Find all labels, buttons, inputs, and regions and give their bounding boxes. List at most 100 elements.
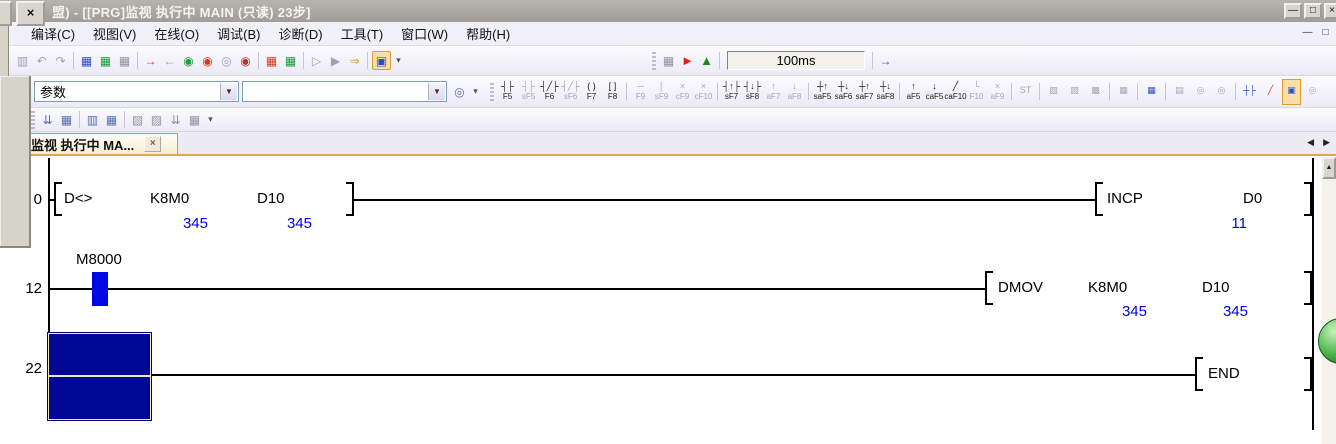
structured-text-icon[interactable]: ST xyxy=(1016,79,1035,105)
monitor-start-icon[interactable]: ▣ xyxy=(1282,78,1301,105)
toolbar-overflow-icon[interactable]: ▾ xyxy=(393,52,404,69)
background-window-close-button[interactable]: × xyxy=(16,1,45,26)
monitor-stop-icon[interactable]: ◎ xyxy=(1303,79,1322,105)
plc-diagnostics-alert-icon[interactable]: ▲ xyxy=(698,52,715,69)
fkey-falling-pulse-or[interactable]: ↓ aF8 xyxy=(785,79,804,105)
ladder-cursor-selection[interactable] xyxy=(48,333,151,420)
mdi-restore-button[interactable]: □ xyxy=(1318,26,1333,40)
fkey-invert-falling-or[interactable]: ┼↓ saF8 xyxy=(876,79,895,105)
restore-button[interactable]: □ xyxy=(1304,3,1322,19)
redo-icon[interactable]: ↷ xyxy=(52,52,69,69)
fkey-delete-free-line[interactable]: × aF9 xyxy=(988,79,1007,105)
edit-mode-icon[interactable]: ▧ xyxy=(1044,79,1063,105)
entry-ladder-monitor-icon[interactable]: ╱ xyxy=(1261,79,1280,105)
clear-all-icon[interactable]: ⇊ xyxy=(167,111,184,128)
find-next-icon[interactable]: ◎ xyxy=(451,83,468,100)
find-device-icon[interactable]: ◉ xyxy=(180,52,197,69)
find-coil-icon[interactable]: ◉ xyxy=(237,52,254,69)
close-button[interactable]: × xyxy=(1324,3,1336,19)
rung2-output-instruction[interactable]: DMOV xyxy=(998,279,1043,297)
rung3-end-instruction[interactable]: END xyxy=(1208,365,1240,383)
clear-program-icon[interactable]: ▧ xyxy=(129,111,146,128)
toolbar-overflow-icon[interactable]: ▾ xyxy=(470,83,481,100)
fkey-horizontal-line[interactable]: ─ F9 xyxy=(631,79,650,105)
write-to-plc-icon[interactable]: ▦ xyxy=(97,52,114,69)
fkey-rising-pulse-or[interactable]: ↑ aF7 xyxy=(764,79,783,105)
rung1-compare-instruction[interactable]: D<> xyxy=(64,190,92,208)
statement-display-icon[interactable]: ◎ xyxy=(1191,79,1210,105)
fkey-coil[interactable]: ( ) F7 xyxy=(582,79,601,105)
menu-debug[interactable]: 调试(B) xyxy=(208,21,269,46)
fkey-invert-rising[interactable]: ┼↑ saF5 xyxy=(813,79,832,105)
ladder-logic-test-icon[interactable]: ▦ xyxy=(660,52,677,69)
menu-tools[interactable]: 工具(T) xyxy=(332,21,393,46)
expand-program-icon[interactable]: ▥ xyxy=(84,111,101,128)
device-comment-utility-icon[interactable]: ▦ xyxy=(58,111,75,128)
ladder-monitor-icon[interactable]: ┼├ xyxy=(1240,79,1259,105)
fkey-vertical-line[interactable]: │ sF9 xyxy=(652,79,671,105)
fkey-delete-vline[interactable]: × cF10 xyxy=(694,79,713,105)
data-type-combobox[interactable]: 参数 ▼ xyxy=(34,81,239,102)
comment-icon[interactable]: ▷ xyxy=(308,52,325,69)
expand-comment-icon[interactable]: ▦ xyxy=(103,111,120,128)
device-search-combobox[interactable]: ▼ xyxy=(242,81,447,102)
read-mode-icon[interactable]: ▨ xyxy=(1065,79,1084,105)
clear-all-comment-icon[interactable]: ▦ xyxy=(186,111,203,128)
menu-view[interactable]: 视图(V) xyxy=(84,21,145,46)
fkey-open-contact[interactable]: ┤├ F5 xyxy=(498,79,517,105)
find-contact-icon[interactable]: ◎ xyxy=(218,52,235,69)
rung2-operand1[interactable]: K8M0 xyxy=(1088,279,1127,297)
read-from-plc-icon[interactable]: ▦ xyxy=(78,52,95,69)
chevron-down-icon[interactable]: ▼ xyxy=(428,83,445,100)
minimize-button[interactable]: — xyxy=(1284,3,1302,19)
background-window-button[interactable] xyxy=(0,1,12,26)
fkey-pulse-down[interactable]: ↓ caF5 xyxy=(925,79,944,105)
mdi-minimize-button[interactable]: — xyxy=(1300,26,1315,40)
device-registration-icon[interactable]: ▦ xyxy=(1142,79,1161,105)
toolbar-grip[interactable] xyxy=(31,110,35,129)
fkey-pulse-up[interactable]: ↑ aF5 xyxy=(904,79,923,105)
rung1-operand1[interactable]: K8M0 xyxy=(150,190,189,208)
comment-display-icon[interactable]: ▤ xyxy=(1170,79,1189,105)
fkey-closed-contact-or[interactable]: ┤╱├ sF6 xyxy=(561,79,580,105)
menu-help[interactable]: 帮助(H) xyxy=(457,21,519,46)
step-run-icon[interactable]: → xyxy=(877,52,894,69)
clear-comment-icon[interactable]: ▨ xyxy=(148,111,165,128)
statement-icon[interactable]: ▶ xyxy=(327,52,344,69)
scroll-up-icon[interactable]: ▲ xyxy=(1322,157,1336,179)
note-icon[interactable]: ⇒ xyxy=(346,52,363,69)
rung1-output-instruction[interactable]: INCP xyxy=(1107,190,1143,208)
fkey-free-line[interactable]: └ F10 xyxy=(967,79,986,105)
find-instruction-icon[interactable]: ◉ xyxy=(199,52,216,69)
rung2-contact-energized[interactable] xyxy=(92,272,108,306)
device-test-icon[interactable]: ▦ xyxy=(263,52,280,69)
fkey-invert-operation[interactable]: ╱ caF10 xyxy=(944,79,966,105)
delete-row-icon[interactable]: ← xyxy=(161,52,178,69)
fkey-application-instruction[interactable]: [ ] F8 xyxy=(603,79,622,105)
fkey-delete-hline[interactable]: × cF9 xyxy=(673,79,692,105)
ladder-editor[interactable]: 0 D<> K8M0 D10 345 345 INCP D0 11 12 M80… xyxy=(0,156,1336,444)
monitor-mode-icon[interactable]: ▣ xyxy=(372,51,391,70)
undo-icon[interactable]: ↶ xyxy=(33,52,50,69)
paste-icon[interactable]: ▥ xyxy=(14,52,31,69)
fkey-closed-contact[interactable]: ┤╱├ F6 xyxy=(540,79,559,105)
write-mode-icon[interactable]: ▩ xyxy=(1086,79,1105,105)
device-batch-monitor-icon[interactable]: ▦ xyxy=(282,52,299,69)
monitor-write-mode-icon[interactable]: ▦ xyxy=(1114,79,1133,105)
fkey-rising-pulse[interactable]: ┤↑├ sF7 xyxy=(722,79,741,105)
verify-with-plc-icon[interactable]: ▦ xyxy=(116,52,133,69)
chevron-down-icon[interactable]: ▼ xyxy=(220,83,237,100)
fkey-invert-falling[interactable]: ┼↓ saF6 xyxy=(834,79,853,105)
fkey-invert-rising-or[interactable]: ┼↑ saF7 xyxy=(855,79,874,105)
note-display-icon[interactable]: ◎ xyxy=(1212,79,1231,105)
remote-run-icon[interactable]: ► xyxy=(679,52,696,69)
vertical-scrollbar[interactable]: ▲ xyxy=(1322,157,1336,444)
menu-window[interactable]: 窗口(W) xyxy=(392,21,457,46)
tab-scroll-left-icon[interactable]: ◀ xyxy=(1307,137,1314,148)
toolbar-grip[interactable] xyxy=(652,51,656,70)
fkey-open-contact-or[interactable]: ┤├ sF5 xyxy=(519,79,538,105)
rung2-operand2[interactable]: D10 xyxy=(1202,279,1230,297)
insert-row-icon[interactable]: → xyxy=(142,52,159,69)
tab-scroll-right-icon[interactable]: ▶ xyxy=(1323,137,1330,148)
rung1-output-operand[interactable]: D0 xyxy=(1243,190,1262,208)
